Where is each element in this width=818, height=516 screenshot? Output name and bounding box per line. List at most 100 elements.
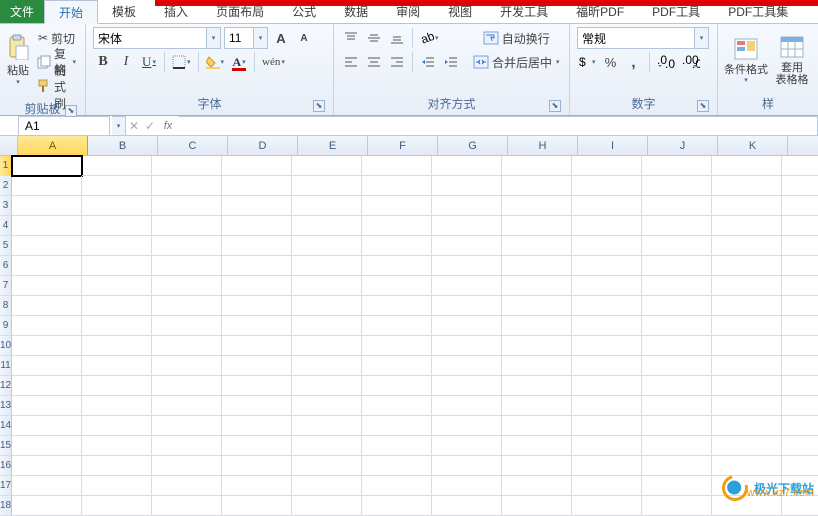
merge-center-button[interactable]: 合并后居中 (471, 51, 562, 73)
cell[interactable] (82, 176, 152, 196)
row-header[interactable]: 15 (0, 436, 12, 456)
col-header[interactable]: D (228, 136, 298, 155)
cell[interactable] (502, 236, 572, 256)
cell[interactable] (292, 356, 362, 376)
col-header[interactable]: I (578, 136, 648, 155)
cell[interactable] (222, 176, 292, 196)
cell[interactable] (362, 316, 432, 336)
cell[interactable] (642, 296, 712, 316)
formula-input[interactable] (178, 116, 818, 136)
cell[interactable] (12, 376, 82, 396)
row-header[interactable]: 13 (0, 396, 12, 416)
cell[interactable] (12, 476, 82, 496)
cell[interactable] (152, 276, 222, 296)
cell[interactable] (712, 256, 782, 276)
cell[interactable] (642, 456, 712, 476)
table-format-button[interactable]: 套用 表格格 (770, 26, 814, 92)
font-color-button[interactable]: A (229, 51, 249, 73)
decrease-font-button[interactable]: A (294, 27, 314, 49)
cell[interactable] (292, 456, 362, 476)
cell[interactable] (12, 496, 82, 516)
cell[interactable] (782, 316, 818, 336)
cell[interactable] (82, 356, 152, 376)
cells-area[interactable] (12, 156, 818, 516)
cell[interactable] (642, 256, 712, 276)
cell[interactable] (432, 236, 502, 256)
cell[interactable] (152, 316, 222, 336)
cell[interactable] (572, 456, 642, 476)
cell[interactable] (502, 296, 572, 316)
col-header[interactable]: K (718, 136, 788, 155)
cell[interactable] (222, 376, 292, 396)
cell[interactable] (12, 416, 82, 436)
cell[interactable] (432, 316, 502, 336)
menu-tab-1[interactable]: 模板 (98, 0, 150, 23)
cell[interactable] (712, 376, 782, 396)
cell[interactable] (152, 216, 222, 236)
cell[interactable] (572, 216, 642, 236)
cell[interactable] (712, 196, 782, 216)
cell[interactable] (292, 216, 362, 236)
increase-indent-button[interactable] (441, 51, 461, 73)
cell[interactable] (152, 436, 222, 456)
cell[interactable] (292, 276, 362, 296)
cell[interactable] (712, 356, 782, 376)
cell[interactable] (782, 436, 818, 456)
cell[interactable] (222, 156, 292, 176)
cell[interactable] (12, 216, 82, 236)
cell[interactable] (222, 316, 292, 336)
cell[interactable] (712, 416, 782, 436)
align-left-button[interactable] (341, 51, 361, 73)
cell[interactable] (572, 376, 642, 396)
cell[interactable] (362, 236, 432, 256)
cell[interactable] (362, 336, 432, 356)
cell[interactable] (12, 236, 82, 256)
cell[interactable] (292, 296, 362, 316)
cell[interactable] (432, 256, 502, 276)
row-header[interactable]: 11 (0, 356, 12, 376)
cell[interactable] (222, 336, 292, 356)
cell[interactable] (362, 476, 432, 496)
cell[interactable] (642, 336, 712, 356)
align-bottom-button[interactable] (387, 27, 407, 49)
cell[interactable] (152, 196, 222, 216)
cell[interactable] (502, 196, 572, 216)
cell[interactable] (82, 316, 152, 336)
fx-button[interactable]: fx (158, 120, 178, 132)
cell[interactable] (572, 476, 642, 496)
col-header[interactable]: E (298, 136, 368, 155)
cell[interactable] (432, 436, 502, 456)
cell[interactable] (432, 476, 502, 496)
cell[interactable] (642, 376, 712, 396)
cell[interactable] (572, 256, 642, 276)
cell[interactable] (432, 456, 502, 476)
cell[interactable] (432, 336, 502, 356)
col-header[interactable]: A (18, 136, 88, 155)
col-header[interactable]: F (368, 136, 438, 155)
row-header[interactable]: 18 (0, 496, 12, 516)
cell[interactable] (572, 496, 642, 516)
cell[interactable] (222, 356, 292, 376)
cell[interactable] (362, 176, 432, 196)
cell[interactable] (642, 356, 712, 376)
cell[interactable] (642, 316, 712, 336)
cell[interactable] (82, 476, 152, 496)
cell[interactable] (502, 356, 572, 376)
cell[interactable] (572, 236, 642, 256)
number-format-combo[interactable]: 常规▾ (577, 27, 709, 49)
cell[interactable] (782, 276, 818, 296)
cell[interactable] (82, 456, 152, 476)
cell[interactable] (572, 196, 642, 216)
col-header[interactable]: G (438, 136, 508, 155)
cell[interactable] (152, 336, 222, 356)
cell[interactable] (572, 176, 642, 196)
cell[interactable] (782, 336, 818, 356)
font-size-combo[interactable]: 11▾ (224, 27, 268, 49)
cell[interactable] (782, 256, 818, 276)
cell[interactable] (152, 456, 222, 476)
cell[interactable] (12, 456, 82, 476)
cell[interactable] (572, 316, 642, 336)
cell[interactable] (292, 196, 362, 216)
cell[interactable] (782, 356, 818, 376)
cell[interactable] (12, 316, 82, 336)
